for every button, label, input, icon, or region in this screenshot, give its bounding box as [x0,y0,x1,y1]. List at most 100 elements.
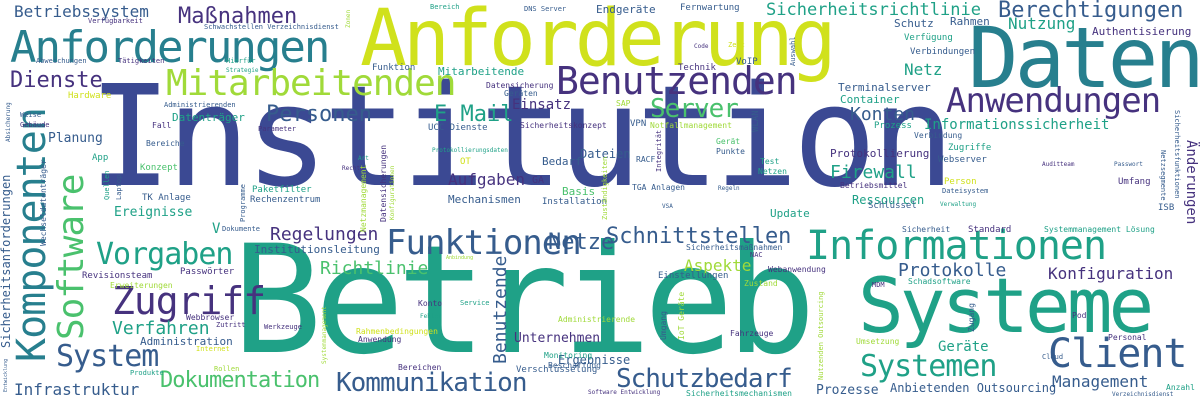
word-paketfilter: Paketfilter [252,185,312,195]
word-software-entwicklung: Software Entwicklung [588,389,661,396]
word-verfuegbarkeit: Verfügbarkeit [88,17,143,25]
word-tga-anlagen: TGA Anlagen [632,183,685,192]
word-webanwendung: Webanwendung [768,265,826,274]
word-schutz: Schutz [894,17,934,30]
word-basis: Basis [562,185,596,198]
word-benutzende: Benutzende [490,255,511,364]
word-ga: GA [532,175,545,186]
word-verfuegung: Verfügung [904,33,953,43]
word-schluessel: Schlüssel [868,201,917,211]
word-umgang: Umgang [659,311,668,340]
word-fehler: Fehler [420,313,442,320]
word-kommunikation: Kommunikation [336,368,527,398]
word-netzmanagement: Netzmanagement [359,164,368,232]
word-administrierende: Administrierende [558,315,636,324]
word-person: Person [944,177,977,187]
word-datentraeger: Datenträger [172,111,245,124]
word-datensicherungen: Datensicherungen [379,144,388,222]
word-passwoerter: Passwörter [180,267,235,277]
word-auswahl: Auswahl [789,36,797,66]
word-netze: Netze [548,230,615,255]
word-sicherheitsmechanismen: Sicherheitsmechanismen [686,389,792,398]
word-aufgaben: Aufgaben [448,170,526,189]
word-systemmanagement: Systemmanagement [321,306,328,364]
word-sicherheitsmassnahmen: Sicherheitsmaßnahmen [686,243,783,252]
word-programme: Programme [239,184,247,222]
word-zonen: Zonen [345,9,352,28]
word-auditteam: Auditteam [1042,161,1075,168]
word-planung: Planung [48,131,103,146]
word-bereiche: Bereiche [146,139,185,148]
word-zugang: Zugang [967,303,976,332]
word-vpn: VPN [630,119,647,129]
word-netzsegmente: Netzsegmente [1159,150,1167,201]
word-konfigurationen: Konfigurationen [389,165,396,220]
word-bedarf: Bedarf [542,155,582,168]
word-dns-server: DNS Server [524,5,567,13]
word-zustaendigkeiten: Zuständigkeiten [601,156,609,220]
word-rahmen: Rahmen [950,15,990,28]
word-sicherheitsanforderungen: Sicherheitsanforderungen [0,174,13,348]
word-endgeraete: Endgeräte [596,3,656,16]
word-protokollierung: Protokollierung [830,147,930,160]
word-iot-geraete: IoT Geräte [677,291,686,340]
word-netzen: Netzen [758,167,787,176]
word-racf: RACF [636,155,656,164]
word-technik: Technik [678,63,716,73]
word-konto: Konto [418,299,443,308]
word-punkte: Punkte [716,147,745,156]
word-fernwartung: Fernwartung [680,3,740,13]
word-aenderungen: Änderungen [1183,140,1199,225]
word-voip: VoIP [736,57,758,67]
word-terminalserver: Terminalserver [838,81,931,94]
word-ucc-dienste: UCC Dienste [428,123,488,133]
word-einsatz: Einsatz [512,97,572,113]
word-standard: Standard [968,225,1012,235]
word-service: Service [460,299,490,307]
word-verwaltung: Verwaltung [940,201,977,208]
word-installation: Installation [542,197,608,207]
word-zeit: Zeit [728,41,745,49]
word-app: App [92,153,109,163]
word-geraet: Gerät [716,137,741,146]
word-personen: Personen [266,102,372,127]
word-zugriffe: Zugriffe [948,143,992,153]
word-monitoring: Monitoring [544,351,593,360]
word-verbindung: Verbindung [914,131,963,140]
word-vsa: VSA [662,203,673,210]
word-rechenzentrum: Rechenzentrum [250,195,321,205]
word-authentisierung: Authentisierung [1092,25,1192,38]
word-vorgaben: Vorgaben [96,237,233,272]
word-prozess: Prozess [874,121,912,131]
word-beschaffung: Beschaffung [548,361,601,370]
word-mechanismen: Mechanismen [448,193,521,206]
word-passwort: Passwort [1114,161,1143,168]
word-firewall: Firewall [830,162,917,183]
word-regeln: Regeln [718,185,740,192]
word-konzept: Konzept [140,163,178,173]
word-anbindung: Anbindung [446,255,474,261]
word-sicherheitsrichtlinie: Sicherheitsrichtlinie [766,0,981,20]
word-geraeten: Geräten [504,89,538,98]
word-anwendungen: Anwendungen [946,81,1161,121]
word-schwachstellen-verzeichnisdienst: Schwachstellen Verzeichnisdienst [204,23,339,31]
word-ot: OT [460,157,471,167]
word-wlan: WLAN [751,110,761,132]
word-software: Software [51,174,92,340]
word-fall: Fall [152,121,172,130]
word-produkte: Produkte [130,369,164,377]
word-bereichen: Bereichen [398,363,442,372]
word-pod: Pod [1072,311,1087,320]
word-strategie: Strategie [226,67,259,74]
word-verzeichnisdienst: Verzeichnisdienst [1112,391,1174,398]
word-personal: Personal [1108,333,1147,342]
word-mitarbeitende: Mitarbeitende [438,65,525,78]
word-informationssicherheit: Informationssicherheit [924,117,1110,133]
word-dokumentation: Dokumentation [160,368,320,393]
word-verbindungen: Verbindungen [910,47,976,57]
word-sicherheitskonzept: Sicherheitskonzept [520,121,607,130]
word-konfiguration: Konfiguration [1048,264,1174,283]
word-zutritt: Zutritt [216,321,246,329]
word-entwicklung: Entwicklung [3,358,9,392]
word-prozesse: Prozesse [816,383,879,398]
